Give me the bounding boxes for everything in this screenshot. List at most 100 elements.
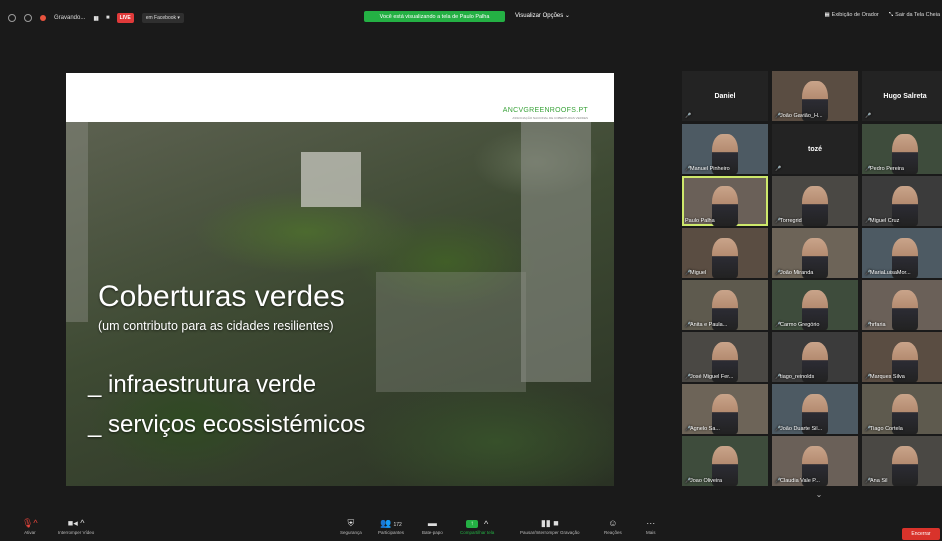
recording-status: Gravando... <box>54 15 86 21</box>
chevron-up-icon: ^ <box>484 519 489 529</box>
participant-name-label: 🎤 João Gavião_H... <box>775 113 823 119</box>
participants-count: 172 <box>393 522 402 528</box>
unmute-button[interactable]: 🎙^ Ativar <box>22 518 38 535</box>
participant-tile[interactable]: 🎤 Marques Silva <box>862 332 942 382</box>
chat-button[interactable]: ▬ Bate-papo <box>422 518 443 535</box>
microphone-muted-icon: 🎤 <box>865 425 872 432</box>
slide-subtitle: (um contributo para as cidades resilient… <box>98 319 334 333</box>
chat-icon: ▬ <box>427 518 437 528</box>
participant-tile[interactable]: 🎤 Anita e Paula... <box>682 280 768 330</box>
participant-tile[interactable]: 🎤 Manuel Pinheiro <box>682 124 768 174</box>
info-icon[interactable] <box>8 14 16 22</box>
participant-name-label: 🎤 Pedro Pereira <box>865 166 904 172</box>
participant-video <box>712 186 738 226</box>
participant-video <box>892 290 918 330</box>
slide-header: ANCVGREENROOFS.PT ASSOCIAÇÃO NACIONAL DE… <box>66 73 614 122</box>
participant-name-label: 🎤 Agnelo Sa... <box>685 426 720 432</box>
microphone-muted-icon: 🎤 <box>865 321 872 328</box>
participant-name-label: Paulo Palha <box>685 218 715 224</box>
participant-tile[interactable]: tozé 🎤 <box>772 124 858 174</box>
microphone-muted-icon: 🎤 <box>865 477 872 484</box>
microphone-muted-icon: 🎤 <box>865 269 872 276</box>
participant-tile[interactable]: 🎤 Ana Sil <box>862 436 942 486</box>
participant-tile[interactable]: Hugo Salreta 🎤 <box>862 71 942 121</box>
participant-tile[interactable]: 🎤 Miguel <box>682 228 768 278</box>
exit-fullscreen-icon: ⤡ <box>888 12 894 18</box>
participant-name-label: 🎤 Carmo Gregório <box>775 322 819 328</box>
participant-name-label: 🎤 José Miguel Fer... <box>685 374 733 380</box>
microphone-muted-icon: 🎤 <box>685 269 692 276</box>
participant-name-label: 🎤 <box>685 114 691 119</box>
participant-tile[interactable]: 🎤 Carmo Gregório <box>772 280 858 330</box>
participant-tile[interactable]: 🎤 Pedro Pereira <box>862 124 942 174</box>
participant-name: Tiago Cortela <box>870 426 903 432</box>
share-screen-button[interactable]: ↑ ^ Compartilhar tela <box>460 518 494 535</box>
participant-name-label: 🎤 Manuel Pinheiro <box>685 166 730 172</box>
view-options-dropdown[interactable]: Visualizar Opções ⌄ <box>515 12 570 19</box>
participant-name: Joao Oliveira <box>690 478 723 484</box>
chevron-down-icon[interactable]: ⌄ <box>812 490 826 500</box>
participant-name: Miguel Cruz <box>870 218 900 224</box>
end-meeting-button[interactable]: Encerrar <box>902 528 940 540</box>
participant-name: Agnelo Sa... <box>690 426 720 432</box>
participant-tile[interactable]: 🎤 João Duarte Sil... <box>772 384 858 434</box>
microphone-muted-icon: 🎤 <box>685 321 692 328</box>
participant-name: tiago_reinolds <box>780 374 815 380</box>
microphone-muted-icon: 🎤 <box>775 373 782 380</box>
participants-icon: 👥 <box>380 518 392 528</box>
microphone-muted-icon: 🎤 <box>865 217 872 224</box>
participant-tile[interactable]: 🎤 hrfaria <box>862 280 942 330</box>
participants-button[interactable]: 👥 172 Participantes <box>378 518 404 535</box>
participant-name-label: 🎤 Claudia Vale P... <box>775 478 820 484</box>
participant-tile[interactable]: 🎤 João Gavião_H... <box>772 71 858 121</box>
participant-video <box>802 186 828 226</box>
participant-tile[interactable]: 🎤 tiago_reinolds <box>772 332 858 382</box>
microphone-muted-icon: 🎤 <box>685 373 692 380</box>
participant-tile[interactable]: 🎤 MariaLuisaMor... <box>862 228 942 278</box>
record-controls-button[interactable]: ▮▮ ■ Pausar/Interromper Gravação <box>520 518 580 535</box>
shield-icon: ⛨ <box>347 518 355 528</box>
participant-tile[interactable]: 🎤 Tiago Cortela <box>862 384 942 434</box>
participant-tile[interactable]: 🎤 Miguel Cruz <box>862 176 942 226</box>
microphone-muted-icon: 🎤 <box>685 425 692 432</box>
stop-video-button[interactable]: ■◂ ^ Interromper Vídeo <box>58 518 94 535</box>
participant-name-label: 🎤 João Duarte Sil... <box>775 426 822 432</box>
participant-tile[interactable]: Daniel 🎤 <box>682 71 768 121</box>
participant-name: João Duarte Sil... <box>780 426 823 432</box>
security-button[interactable]: ⛨ Segurança <box>340 518 362 535</box>
participant-tile[interactable]: Paulo Palha <box>682 176 768 226</box>
building-shape <box>66 122 88 322</box>
participant-name: Ana Sil <box>870 478 888 484</box>
participant-name: Claudia Vale P... <box>780 478 820 484</box>
participant-tile[interactable]: 🎤 Claudia Vale P... <box>772 436 858 486</box>
more-button[interactable]: ··· Mais <box>646 518 656 535</box>
participant-name: João Miranda <box>780 270 814 276</box>
participant-tile[interactable]: 🎤 Torregrid <box>772 176 858 226</box>
participant-tile[interactable]: 🎤 José Miguel Fer... <box>682 332 768 382</box>
participant-video <box>892 446 918 486</box>
recording-dot-icon <box>40 15 46 21</box>
participant-tile[interactable]: 🎤 Agnelo Sa... <box>682 384 768 434</box>
meeting-controls-bar: 🎙^ Ativar ■◂ ^ Interromper Vídeo ⛨ Segur… <box>0 518 942 541</box>
participant-tile[interactable]: 🎤 João Miranda <box>772 228 858 278</box>
share-screen-icon: ↑ <box>466 520 479 528</box>
participant-name: João Gavião_H... <box>780 113 823 119</box>
microphone-muted-icon: 🎤 <box>775 477 782 484</box>
participant-name-label: 🎤 <box>865 114 871 119</box>
speaker-view-button[interactable]: ▦ Exibição de Orador <box>824 12 878 19</box>
pause-recording-button[interactable]: ▮▮ <box>93 15 99 22</box>
screen-share-banner: Você está visualizando a tela de Paulo P… <box>364 11 505 22</box>
participant-name-label: 🎤 Torregrid <box>775 218 802 224</box>
organization-subtitle: ASSOCIAÇÃO NACIONAL DE COBERTURAS VERDES <box>512 116 588 120</box>
participant-tile[interactable]: 🎤 Joao Oliveira <box>682 436 768 486</box>
participant-name-label: 🎤 hrfaria <box>865 322 886 328</box>
slide-bullet: _ serviços ecossistémicos <box>88 411 366 438</box>
exit-fullscreen-button[interactable]: ⤡ Sair da Tela Cheia <box>889 12 940 19</box>
shield-icon[interactable] <box>24 14 32 22</box>
building-shape <box>521 122 591 382</box>
reactions-button[interactable]: ☺ Reações <box>604 518 622 535</box>
live-platform-dropdown[interactable]: em Facebook ▾ <box>141 13 184 23</box>
participant-name-label: 🎤 Ana Sil <box>865 478 887 484</box>
participant-name-label: 🎤 Marques Silva <box>865 374 905 380</box>
stop-recording-button[interactable]: ■ <box>106 15 110 21</box>
